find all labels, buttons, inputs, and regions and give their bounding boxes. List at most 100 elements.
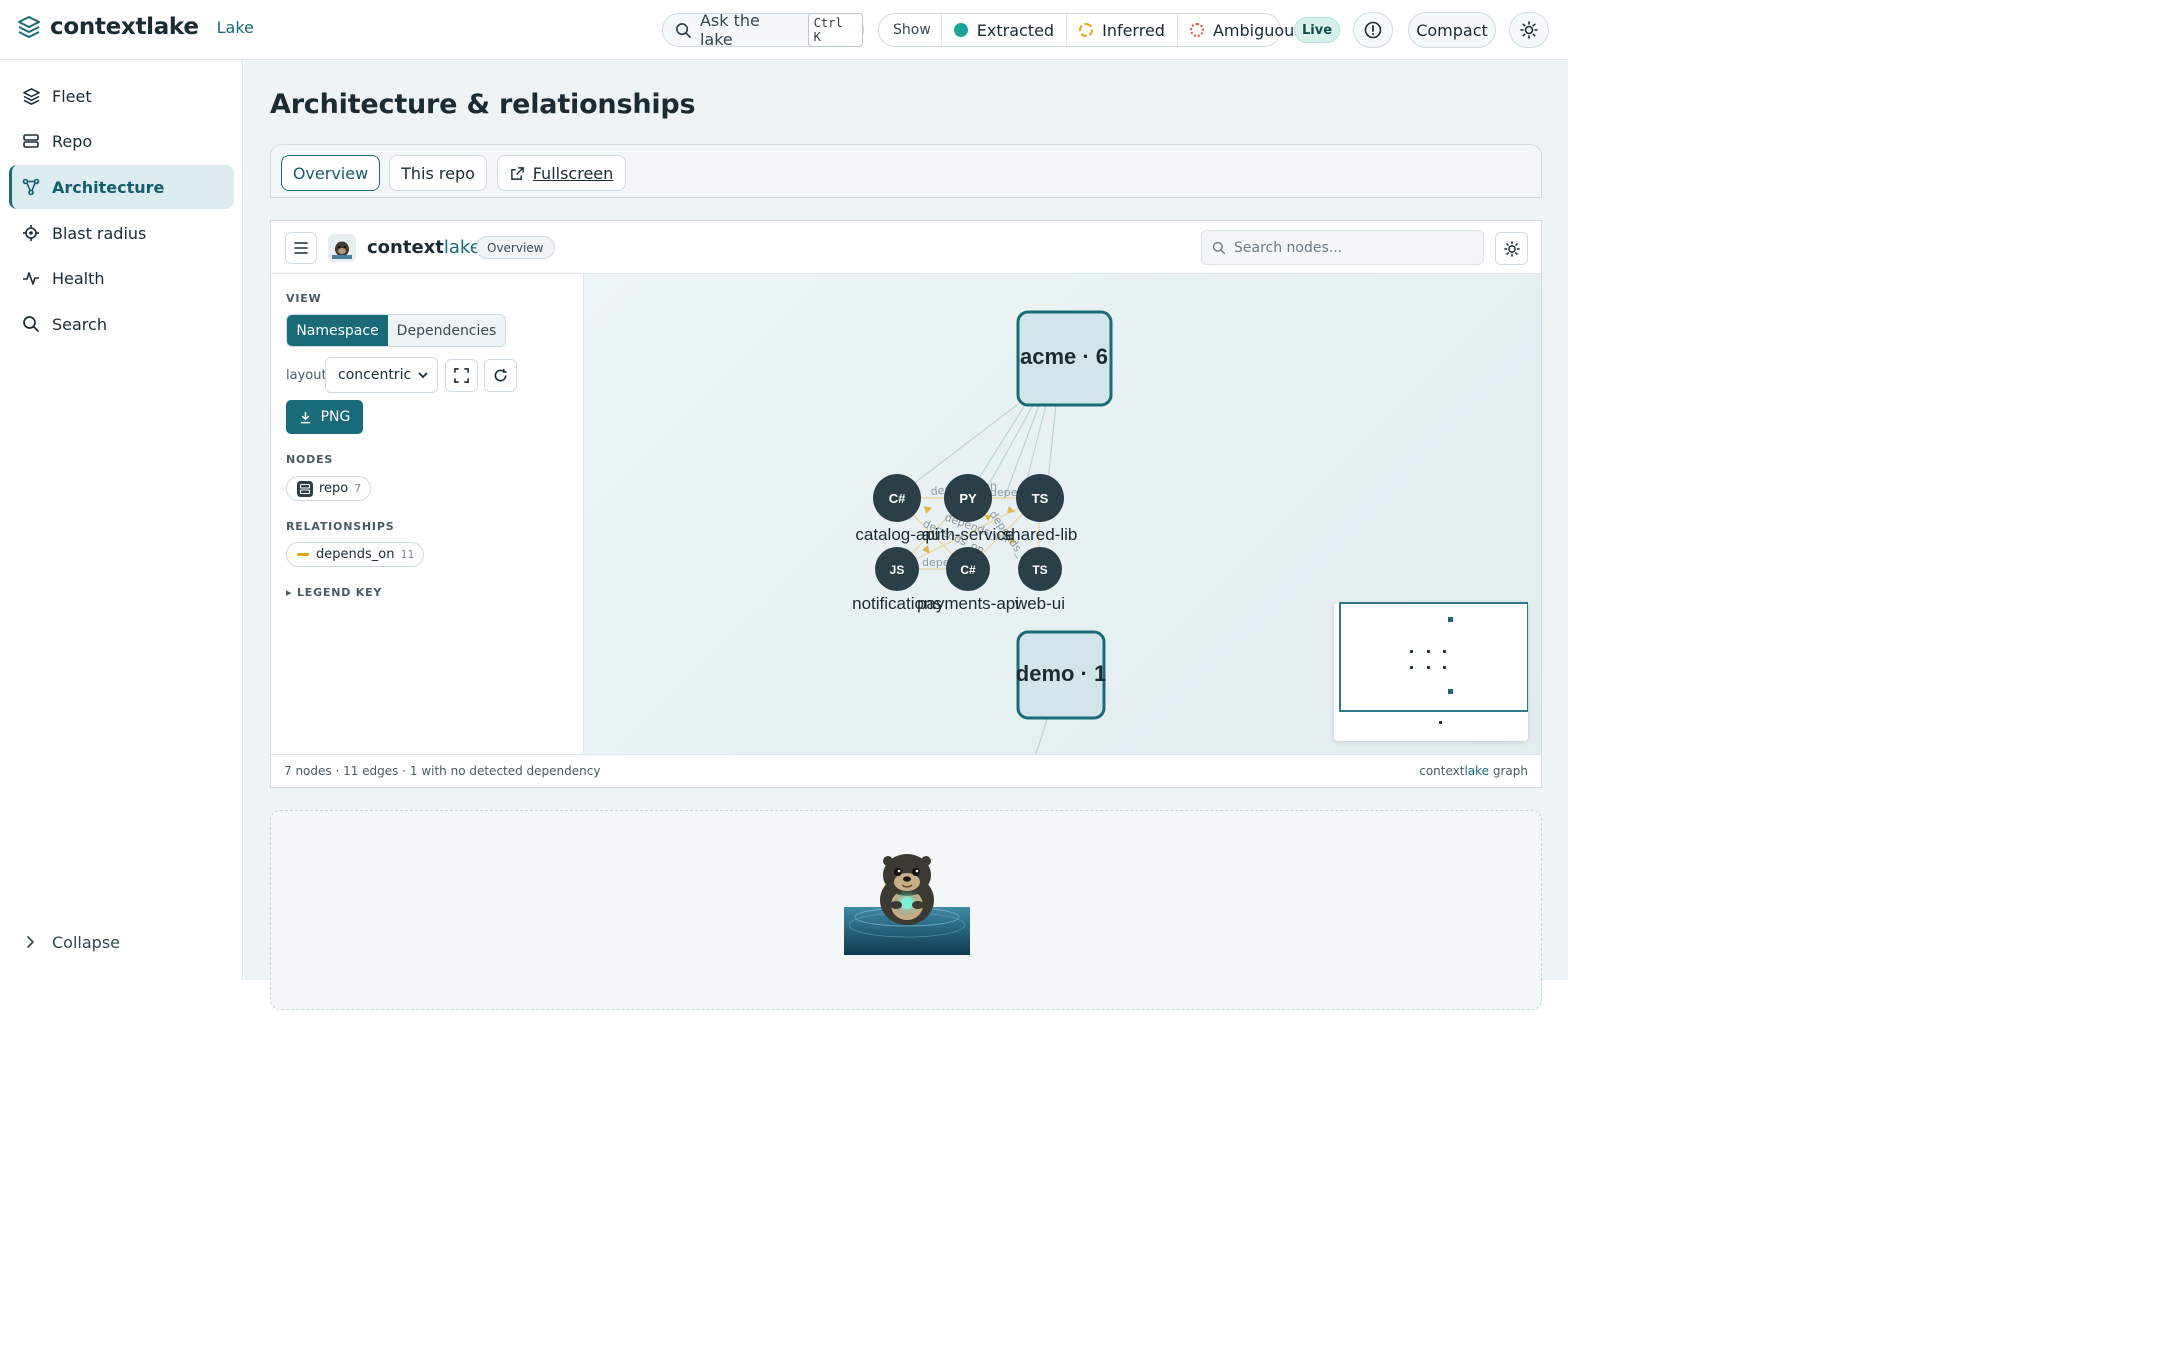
filter-label: Extracted bbox=[976, 20, 1055, 40]
repo-lang: JS bbox=[890, 563, 905, 577]
legend-key-toggle[interactable]: ▸ LEGEND KEY bbox=[286, 586, 382, 599]
relationship-chip-depends-on[interactable]: depends_on 11 bbox=[286, 542, 425, 567]
repo-name: web-ui bbox=[1014, 594, 1065, 613]
graph-canvas[interactable]: depends_on depends_on depends_on depends… bbox=[584, 274, 1541, 754]
group-node-label: acme · 6 bbox=[1020, 344, 1108, 369]
tab-fullscreen[interactable]: Fullscreen bbox=[497, 155, 626, 191]
otter-logo-icon bbox=[328, 234, 356, 262]
ask-lake-search[interactable]: Ask the lake Ctrl K bbox=[662, 11, 864, 49]
main-content: Architecture & relationships Overview Th… bbox=[244, 61, 1568, 1010]
sidebar-item-health[interactable]: Health bbox=[9, 256, 234, 300]
pulse-icon bbox=[21, 268, 41, 288]
expand-icon bbox=[454, 368, 469, 383]
filter-label: Inferred bbox=[1102, 20, 1165, 40]
view-toggle: Namespace Dependencies bbox=[286, 314, 506, 347]
sidebar-item-fleet[interactable]: Fleet bbox=[9, 74, 234, 118]
repo-name: payments-api bbox=[917, 594, 1019, 613]
sidebar-item-repo[interactable]: Repo bbox=[9, 119, 234, 163]
sun-icon bbox=[1520, 21, 1538, 39]
show-label: Show bbox=[879, 14, 942, 46]
solid-dot-icon bbox=[953, 23, 968, 37]
search-icon bbox=[21, 314, 41, 334]
dotted-dot-icon bbox=[1189, 23, 1204, 37]
group-node-demo[interactable]: demo · 1 bbox=[1016, 630, 1106, 720]
search-label: Ask the lake bbox=[699, 11, 760, 49]
sidebar-item-label: Fleet bbox=[52, 86, 92, 106]
theme-toggle-button[interactable] bbox=[1509, 12, 1549, 48]
layers-logo-icon bbox=[18, 16, 40, 38]
empty-state-card bbox=[270, 810, 1542, 1010]
node-search-input[interactable]: Search nodes... bbox=[1201, 230, 1484, 265]
otter-illustration bbox=[844, 854, 970, 955]
tab-label: Fullscreen bbox=[532, 163, 614, 183]
edge-filter-group: Show Extracted Inferred Ambiguous bbox=[878, 13, 1303, 47]
graph-credit: contextlake graph bbox=[1419, 764, 1528, 778]
search-icon bbox=[1212, 241, 1226, 254]
repo-node-shared-lib[interactable]: TS shared-lib bbox=[1003, 474, 1078, 544]
external-link-icon bbox=[510, 166, 524, 180]
sidebar-item-search[interactable]: Search bbox=[9, 302, 234, 346]
repo-lang: C# bbox=[889, 491, 906, 506]
top-bar: contextlake Lake Ask the lake Ctrl K Sho… bbox=[0, 0, 1568, 60]
repo-name: auth-service bbox=[922, 525, 1015, 544]
sun-icon bbox=[1503, 240, 1520, 257]
chip-label: repo bbox=[319, 481, 349, 496]
group-node-acme[interactable]: acme · 6 bbox=[1016, 310, 1113, 407]
export-png-button[interactable]: PNG bbox=[286, 400, 363, 434]
filter-inferred[interactable]: Inferred bbox=[1067, 14, 1178, 46]
sidebar-item-blast-radius[interactable]: Blast radius bbox=[9, 211, 234, 255]
sidebar-item-label: Search bbox=[52, 314, 107, 334]
sidebar-item-label: Blast radius bbox=[52, 223, 147, 243]
collapse-button[interactable]: Collapse bbox=[20, 932, 120, 952]
sidebar: Fleet Repo Architecture Blast radius Hea… bbox=[0, 60, 243, 980]
server-icon bbox=[21, 131, 41, 151]
filter-extracted[interactable]: Extracted bbox=[942, 14, 1068, 46]
chevron-down-icon bbox=[418, 372, 428, 379]
minimap[interactable] bbox=[1334, 602, 1529, 741]
page-title: Architecture & relationships bbox=[270, 89, 696, 120]
sidebar-item-architecture[interactable]: Architecture bbox=[9, 165, 234, 209]
info-button[interactable] bbox=[1353, 12, 1393, 48]
compact-button[interactable]: Compact bbox=[1408, 12, 1496, 48]
graph-brand: contextlake bbox=[367, 237, 481, 258]
live-badge: Live bbox=[1294, 17, 1340, 43]
nodes-section-label: NODES bbox=[286, 453, 334, 466]
layers-icon bbox=[21, 86, 41, 106]
app-name: contextlake bbox=[50, 14, 199, 40]
graph-footer: 7 nodes · 11 edges · 1 with no detected … bbox=[271, 754, 1541, 787]
menu-button[interactable] bbox=[285, 232, 317, 264]
chip-label: depends_on bbox=[316, 547, 395, 562]
layout-select[interactable]: concentric bbox=[325, 357, 438, 393]
repo-lang: TS bbox=[1032, 491, 1049, 506]
graph-card: contextlake Overview Search nodes... VIE… bbox=[270, 220, 1542, 788]
collapse-label: Collapse bbox=[52, 932, 120, 952]
section-name: Lake bbox=[216, 17, 254, 37]
graph-controls-panel: VIEW Namespace Dependencies layout conce… bbox=[271, 274, 584, 754]
layout-label: layout bbox=[286, 368, 327, 383]
minimap-viewport[interactable] bbox=[1339, 602, 1529, 712]
dashed-dot-icon bbox=[1079, 23, 1094, 37]
filter-label: Ambiguous bbox=[1212, 20, 1303, 40]
search-placeholder: Search nodes... bbox=[1234, 239, 1343, 256]
info-icon bbox=[1364, 21, 1382, 39]
relationships-section-label: RELATIONSHIPS bbox=[286, 520, 395, 533]
layout-value: concentric bbox=[338, 367, 412, 383]
repo-lang: C# bbox=[960, 563, 976, 577]
edge-swatch-icon bbox=[297, 553, 309, 556]
brand[interactable]: contextlake Lake bbox=[16, 14, 254, 40]
refresh-layout-button[interactable] bbox=[484, 359, 517, 392]
graph-theme-button[interactable] bbox=[1495, 232, 1528, 265]
sidebar-item-label: Repo bbox=[52, 131, 93, 151]
node-type-chip-repo[interactable]: repo 7 bbox=[286, 476, 372, 501]
tabs-bar: Overview This repo Fullscreen bbox=[270, 144, 1542, 198]
tab-overview[interactable]: Overview bbox=[281, 155, 380, 191]
view-namespace-button[interactable]: Namespace bbox=[287, 315, 388, 346]
chevron-right-icon bbox=[27, 936, 34, 948]
hamburger-icon bbox=[294, 242, 308, 254]
png-label: PNG bbox=[320, 409, 351, 425]
group-node-label: demo · 1 bbox=[1016, 661, 1106, 686]
view-dependencies-button[interactable]: Dependencies bbox=[388, 315, 505, 346]
fit-view-button[interactable] bbox=[445, 359, 478, 392]
view-section-label: VIEW bbox=[286, 292, 322, 305]
tab-this-repo[interactable]: This repo bbox=[389, 155, 487, 191]
